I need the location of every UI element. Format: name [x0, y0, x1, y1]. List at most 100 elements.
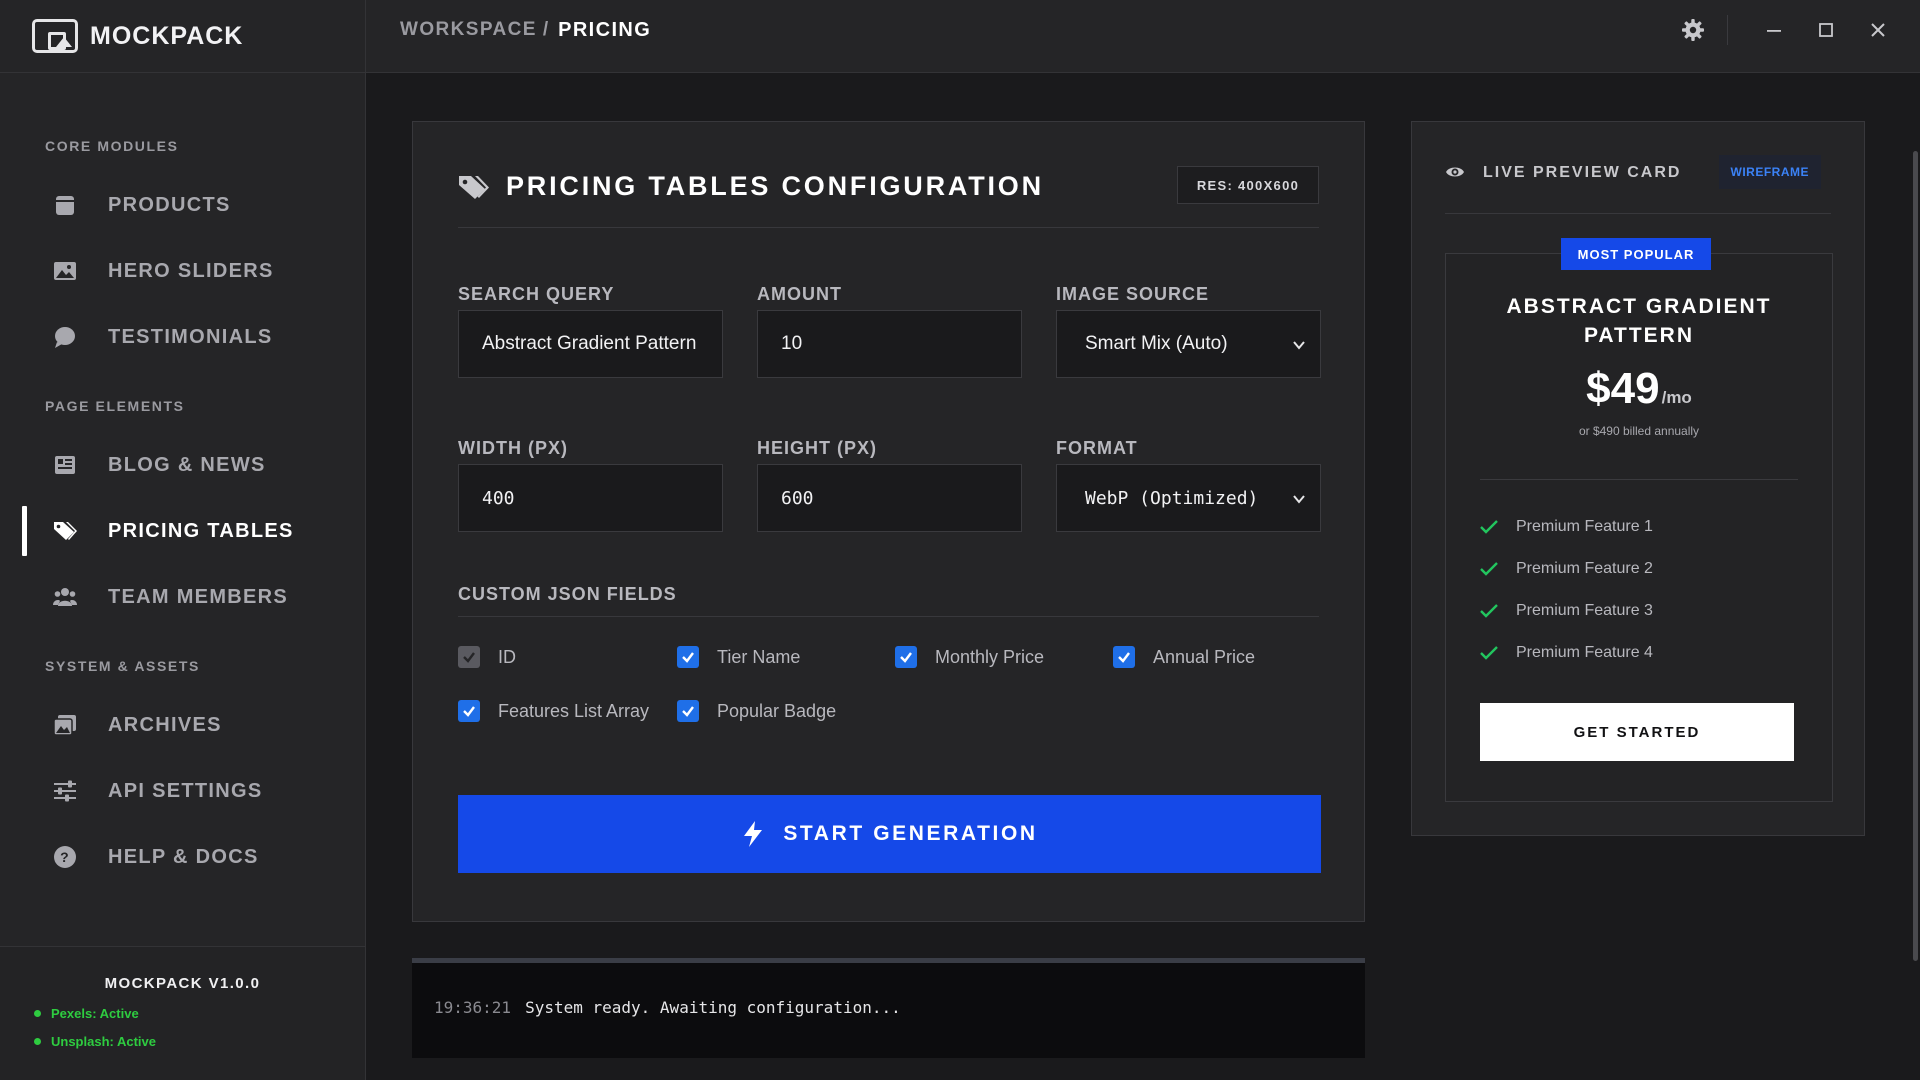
breadcrumb-workspace[interactable]: WORKSPACE: [400, 19, 537, 41]
sidebar-item-team-members[interactable]: TEAM MEMBERS: [0, 564, 365, 630]
main-scrollbar[interactable]: [1910, 151, 1920, 961]
sidebar-item-archives[interactable]: ARCHIVES: [0, 692, 365, 758]
feature-item: Premium Feature 3: [1480, 602, 1653, 620]
sidebar-item-hero-sliders[interactable]: HERO SLIDERS: [0, 238, 365, 304]
checkbox-features-list[interactable]: Features List Array: [458, 700, 649, 722]
images-icon: [52, 712, 78, 738]
width-input[interactable]: 400: [458, 464, 723, 532]
monthly-price: $49: [1586, 364, 1660, 413]
console-line: 19:36:21 System ready. Awaiting configur…: [434, 998, 901, 1017]
config-title: PRICING TABLES CONFIGURATION: [506, 171, 1044, 201]
header-divider: [1727, 15, 1728, 45]
checkbox-annual-price[interactable]: Annual Price: [1113, 646, 1255, 668]
sliders-icon: [52, 778, 78, 804]
check-icon: [682, 652, 694, 663]
chevron-down-icon: [1293, 341, 1305, 350]
status-text: Pexels: Active: [51, 1006, 139, 1021]
app-version: MOCKPACK V1.0.0: [104, 975, 261, 992]
pexels-status: Pexels: Active: [34, 1006, 365, 1021]
newspaper-icon: [52, 452, 78, 478]
sidebar-item-products[interactable]: PRODUCTS: [0, 172, 365, 238]
checkbox-box[interactable]: [895, 646, 917, 668]
checkbox-monthly-price[interactable]: Monthly Price: [895, 646, 1044, 668]
check-icon: [900, 652, 912, 663]
start-generation-button[interactable]: START GENERATION: [458, 795, 1321, 873]
users-icon: [52, 584, 78, 610]
checkbox-label: Features List Array: [498, 700, 650, 721]
check-icon: [1480, 562, 1498, 576]
image-icon: [52, 258, 78, 284]
format-label: FORMAT: [1056, 438, 1138, 458]
checkbox-box[interactable]: [458, 646, 480, 668]
wireframe-toggle[interactable]: WIREFRAME: [1718, 155, 1821, 189]
checkbox-popular-badge[interactable]: Popular Badge: [677, 700, 836, 722]
sidebar-item-label: PRICING TABLES: [108, 519, 294, 542]
search-query-label: SEARCH QUERY: [458, 284, 615, 304]
chevron-down-icon: [1293, 495, 1305, 504]
header-actions: [1671, 10, 1900, 50]
top-header: WORKSPACE / PRICING: [366, 0, 1920, 73]
format-select[interactable]: WebP (Optimized): [1056, 464, 1321, 532]
checkbox-tier-name[interactable]: Tier Name: [677, 646, 800, 668]
resolution-badge: RES: 400X600: [1177, 166, 1319, 204]
close-button[interactable]: [1856, 10, 1900, 50]
settings-button[interactable]: [1671, 10, 1715, 50]
checkbox-label: Tier Name: [717, 646, 801, 667]
console-message: System ready. Awaiting configuration...: [525, 998, 901, 1017]
sidebar-item-label: ARCHIVES: [108, 713, 222, 736]
nav-section-system-assets: SYSTEM & ASSETS: [45, 658, 200, 674]
tier-name: ABSTRACT GRADIENT PATTERN: [1506, 295, 1772, 347]
sidebar: MOCKPACK CORE MODULES PRODUCTS HERO SLID…: [0, 0, 366, 1080]
price-period: /mo: [1661, 388, 1692, 407]
config-panel: PRICING TABLES CONFIGURATION RES: 400X60…: [412, 121, 1365, 922]
feature-item: Premium Feature 1: [1480, 518, 1653, 536]
checkbox-box[interactable]: [677, 700, 699, 722]
check-icon: [463, 706, 475, 717]
search-query-input[interactable]: Abstract Gradient Pattern: [458, 310, 723, 378]
unsplash-status: Unsplash: Active: [34, 1034, 365, 1049]
preview-header: LIVE PREVIEW CARD WIREFRAME: [1445, 155, 1831, 214]
image-source-label: IMAGE SOURCE: [1056, 284, 1210, 304]
get-started-button[interactable]: GET STARTED: [1480, 703, 1794, 761]
check-icon: [1480, 604, 1498, 618]
config-panel-header: PRICING TABLES CONFIGURATION RES: 400X60…: [458, 166, 1319, 228]
sidebar-item-testimonials[interactable]: TESTIMONIALS: [0, 304, 365, 370]
height-input[interactable]: 600: [757, 464, 1022, 532]
annual-price-note: or $490 billed annually: [1578, 424, 1700, 438]
check-icon: [1480, 646, 1498, 660]
amount-input[interactable]: 10: [757, 310, 1022, 378]
sidebar-item-help-docs[interactable]: ? HELP & DOCS: [0, 824, 365, 890]
sidebar-item-api-settings[interactable]: API SETTINGS: [0, 758, 365, 824]
feature-text: Premium Feature 3: [1516, 602, 1653, 619]
check-icon: [1480, 520, 1498, 534]
nav-section-page-elements: PAGE ELEMENTS: [45, 398, 185, 414]
image-source-value: Smart Mix (Auto): [1085, 333, 1228, 354]
sidebar-item-label: TEAM MEMBERS: [108, 585, 289, 608]
app-logo[interactable]: MOCKPACK: [0, 0, 365, 73]
minimize-icon: [1767, 30, 1781, 32]
sidebar-item-pricing-tables[interactable]: PRICING TABLES: [0, 498, 365, 564]
image-source-select[interactable]: Smart Mix (Auto): [1056, 310, 1321, 378]
nav-section-core-modules: CORE MODULES: [45, 138, 179, 154]
sidebar-item-blog-news[interactable]: BLOG & NEWS: [0, 432, 365, 498]
checkbox-box[interactable]: [458, 700, 480, 722]
checkbox-box[interactable]: [1113, 646, 1135, 668]
status-dot-icon: [34, 1010, 41, 1017]
svg-text:?: ?: [60, 849, 70, 865]
checkbox-id[interactable]: ID: [458, 646, 516, 668]
status-text: Unsplash: Active: [51, 1034, 156, 1049]
breadcrumb-current: PRICING: [558, 18, 652, 41]
log-console: 19:36:21 System ready. Awaiting configur…: [412, 958, 1365, 1058]
card-divider: [1480, 479, 1798, 480]
checkbox-label: Monthly Price: [935, 646, 1045, 667]
minimize-button[interactable]: [1752, 10, 1796, 50]
feature-item: Premium Feature 4: [1480, 644, 1653, 662]
maximize-button[interactable]: [1804, 10, 1848, 50]
feature-text: Premium Feature 1: [1516, 518, 1653, 535]
custom-json-fields-label: CUSTOM JSON FIELDS: [458, 584, 677, 604]
format-value: WebP (Optimized): [1085, 487, 1259, 509]
price-row: $49/mo: [1446, 364, 1832, 414]
live-preview-panel: LIVE PREVIEW CARD WIREFRAME MOST POPULAR…: [1411, 121, 1865, 836]
checkbox-box[interactable]: [677, 646, 699, 668]
mockpack-logo-icon: [32, 19, 78, 53]
